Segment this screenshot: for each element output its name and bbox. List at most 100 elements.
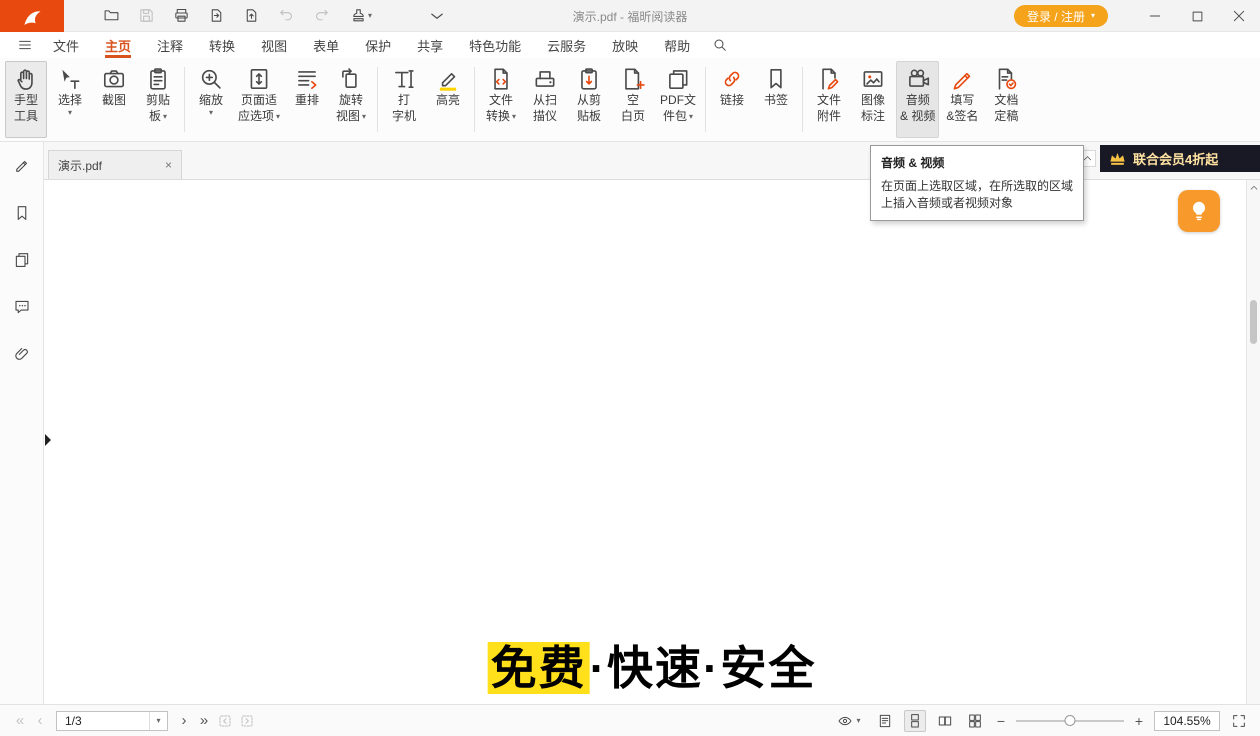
redo-button[interactable] [310,5,332,27]
export-button[interactable] [205,5,227,27]
reading-mode-button[interactable] [874,710,896,732]
ribbon-tool-rotate-view[interactable]: 旋转 视图▾ [330,61,372,138]
menu-protect[interactable]: 保护 [352,32,404,58]
maximize-button[interactable] [1176,0,1218,32]
login-register-button[interactable]: 登录 / 注册▾ [1014,5,1108,27]
undo-button[interactable] [275,5,297,27]
ribbon-tool-blank-page[interactable]: 空 白页 [612,61,654,138]
highlighter-icon [435,66,461,92]
pencil-icon [13,157,31,175]
page-number-input[interactable]: 1/3 ▾ [56,711,168,731]
ribbon-tool-from-clipboard[interactable]: 从剪 贴板 [568,61,610,138]
vertical-scrollbar[interactable] [1246,180,1260,704]
menu-button[interactable] [10,32,40,58]
audio-video-tooltip: 音频 & 视频 在页面上选取区域，在所选取的区域上插入音频或者视频对象 [870,145,1084,221]
view-visibility-button[interactable]: ▾ [832,710,866,732]
menu-comment[interactable]: 注释 [144,32,196,58]
tool-label: 音频 [906,93,930,108]
redo-icon [313,7,330,24]
dropdown-arrow-icon: ▾ [276,113,280,121]
zoom-out-button[interactable]: − [994,713,1008,729]
zoom-level-input[interactable] [1154,711,1220,731]
menu-convert[interactable]: 转换 [196,32,248,58]
promo-text: 联合会员4折起 [1133,149,1218,168]
panel-expand-handle[interactable] [42,430,54,450]
tool-label: 白页 [621,109,645,124]
minimize-button[interactable] [1134,0,1176,32]
page-dropdown[interactable]: ▾ [149,712,167,730]
zoom-in-button[interactable]: + [1132,713,1146,729]
ribbon-tool-hand[interactable]: 手型 工具 [5,61,47,138]
facing-pages-icon [937,713,953,729]
chevron-down-icon [428,7,446,25]
menu-features[interactable]: 特色功能 [456,32,534,58]
ribbon-tool-fit-page[interactable]: 页面适 应选项▾ [234,61,284,138]
convert-file-icon [488,66,514,92]
first-page-button[interactable]: « [10,713,30,728]
ribbon-tool-image-annotation[interactable]: 图像 标注 [852,61,894,138]
attachments-panel-button[interactable] [10,344,34,364]
facing-layout-button[interactable] [934,710,956,732]
ribbon-tool-audio-video[interactable]: 音频 & 视频 [896,61,939,138]
stamp-tool-button[interactable]: ▾ [345,5,377,27]
previous-view-button[interactable] [214,710,236,732]
ribbon-tool-file-attachment[interactable]: 文件 附件 [808,61,850,138]
membership-promo-banner[interactable]: 联合会员4折起 [1100,145,1260,172]
menu-share[interactable]: 共享 [404,32,456,58]
annotate-pencil-button[interactable] [10,156,34,176]
tab-close-icon[interactable]: × [165,159,172,171]
share-button[interactable] [240,5,262,27]
document-tab[interactable]: 演示.pdf × [48,150,182,179]
image-annotation-icon [860,66,886,92]
last-page-button[interactable]: » [194,713,214,728]
ribbon-tool-finalize[interactable]: 文档 定稿 [985,61,1027,138]
menu-file[interactable]: 文件 [40,32,92,58]
ribbon-tool-bookmark[interactable]: 书签 [755,61,797,138]
ribbon-tool-fill-sign[interactable]: 填写 &签名 [941,61,983,138]
prev-page-button[interactable]: ‹ [30,713,50,728]
ribbon-tool-convert[interactable]: 文件 转换▾ [480,61,522,138]
pages-panel-button[interactable] [10,250,34,270]
menu-cloud[interactable]: 云服务 [534,32,599,58]
ribbon-tool-reflow[interactable]: 重排 [286,61,328,138]
menu-view[interactable]: 视图 [248,32,300,58]
facing-continuous-layout-button[interactable] [964,710,986,732]
ribbon-tool-typewriter[interactable]: 打 字机 [383,61,425,138]
paste-clipboard-icon [576,66,602,92]
ribbon-tool-highlight[interactable]: 高亮 [427,61,469,138]
ribbon-tool-clipboard[interactable]: 剪贴 板▾ [137,61,179,138]
document-canvas[interactable]: 免费·快速·安全 [44,180,1260,704]
hand-icon [13,66,39,92]
ribbon-separator [184,67,185,132]
ribbon-tool-pdf-portfolio[interactable]: PDF文 件包▾ [656,61,700,138]
window-title: 演示.pdf - 福昕阅读器 [573,0,688,32]
dropdown-arrow-icon: ▾ [512,113,516,121]
tips-lightbulb-button[interactable] [1178,190,1220,232]
menu-help[interactable]: 帮助 [651,32,703,58]
menu-present[interactable]: 放映 [599,32,651,58]
ribbon-tool-from-scanner[interactable]: 从扫 描仪 [524,61,566,138]
menu-home[interactable]: 主页 [92,32,144,58]
ribbon-tool-zoom[interactable]: 缩放 ▾ [190,61,232,138]
menu-form[interactable]: 表单 [300,32,352,58]
scrollbar-thumb[interactable] [1250,300,1257,344]
hamburger-icon [17,37,33,53]
fullscreen-button[interactable] [1228,710,1250,732]
customize-toolbar-button[interactable] [426,5,448,27]
save-button[interactable] [135,5,157,27]
search-button[interactable] [703,32,737,58]
close-button[interactable] [1218,0,1260,32]
print-button[interactable] [170,5,192,27]
next-view-button[interactable] [236,710,258,732]
open-button[interactable] [100,5,122,27]
comments-panel-button[interactable] [10,297,34,317]
bookmarks-panel-button[interactable] [10,203,34,223]
scroll-up-icon[interactable] [1249,183,1259,193]
ribbon-tool-link[interactable]: 链接 [711,61,753,138]
next-page-button[interactable]: › [174,713,194,728]
slider-thumb[interactable] [1065,715,1076,726]
ribbon-tool-select[interactable]: 选择 ▾ [49,61,91,138]
continuous-layout-button[interactable] [904,710,926,732]
ribbon-tool-snapshot[interactable]: 截图 [93,61,135,138]
zoom-slider[interactable] [1016,710,1124,732]
